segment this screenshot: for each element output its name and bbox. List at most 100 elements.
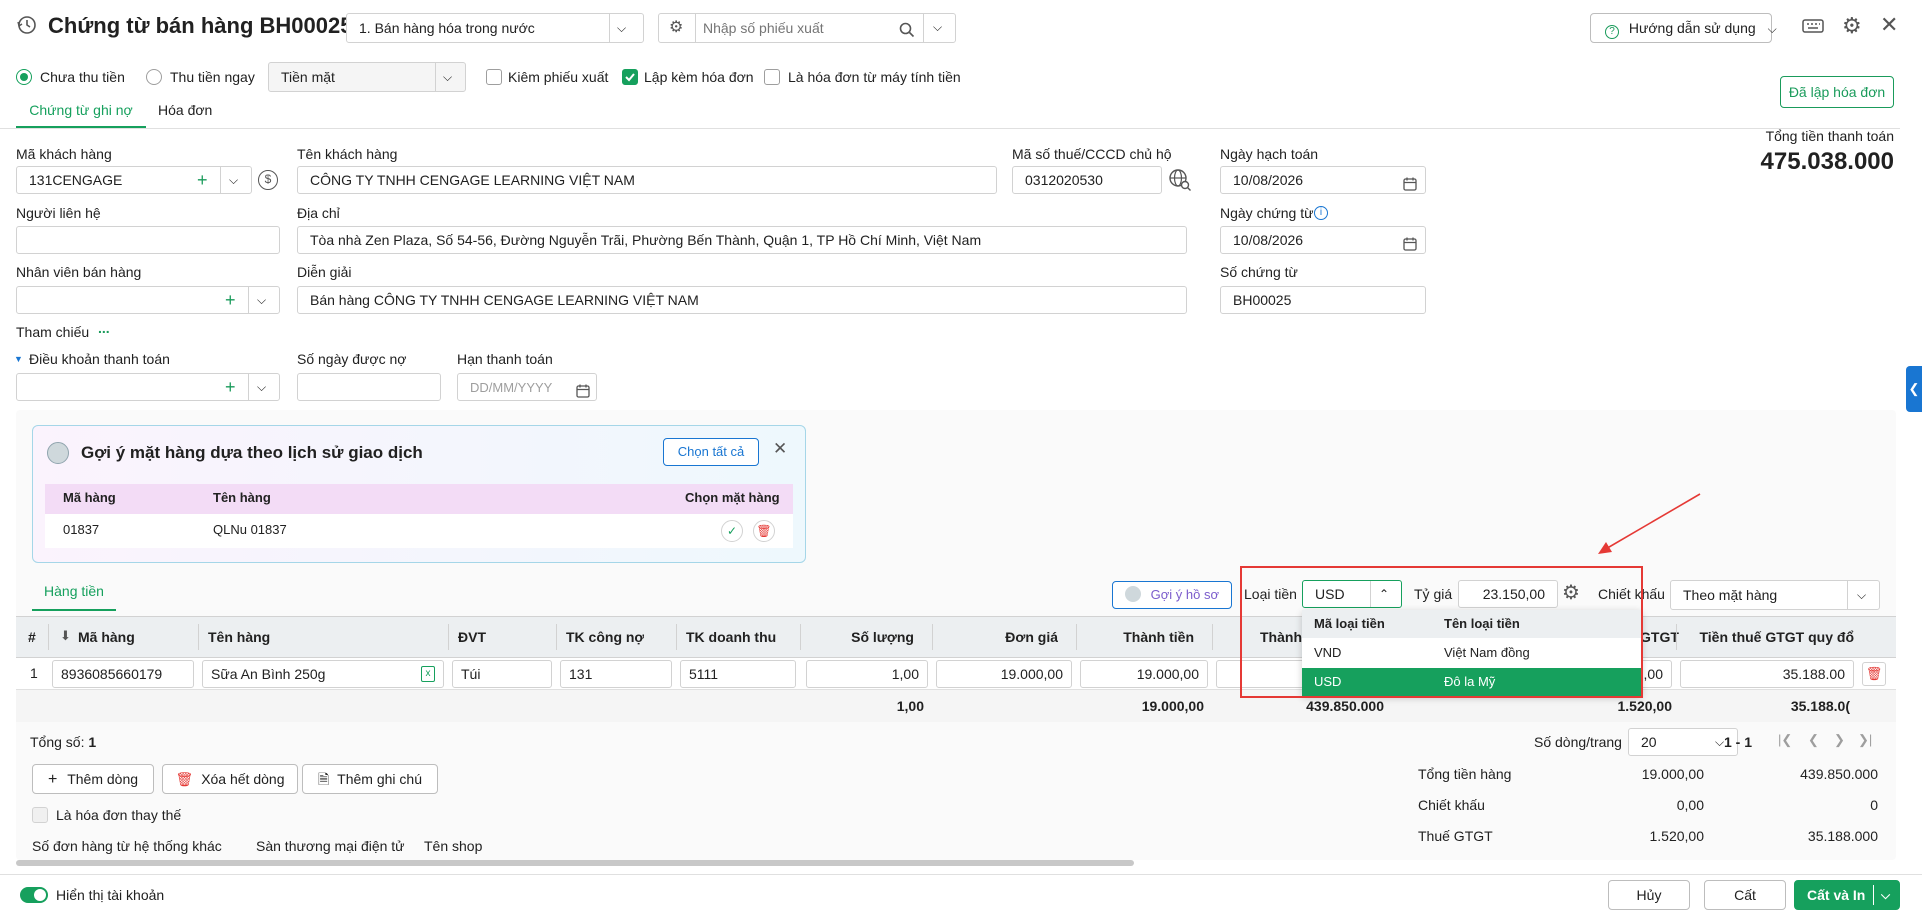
radio-paid[interactable] (146, 69, 162, 85)
guide-button[interactable]: ? Hướng dẫn sử dụng ⌵ (1590, 13, 1777, 43)
tab-debt-voucher[interactable]: Chứng từ ghi nợ (16, 102, 146, 128)
rows-per-page-select[interactable]: 20 ⌵ (1628, 728, 1738, 756)
cash-register-checkbox[interactable] (764, 69, 780, 85)
export-number-input[interactable] (703, 17, 883, 39)
total-qty: 1,00 (896, 698, 924, 714)
delete-all-button[interactable]: 🗑 Xóa hết dòng (162, 764, 298, 794)
save-button[interactable]: Cất (1704, 880, 1786, 910)
due-date-field[interactable]: DD/MM/YYYY (457, 373, 597, 401)
export-search-box[interactable]: ⚙ ⌵ (658, 13, 956, 43)
customer-code-field[interactable]: 131CENGAGE + ⌵ (16, 166, 252, 194)
row-qty-cell[interactable]: 1,00 (806, 660, 928, 688)
save-print-button[interactable]: Cất và In ⌵ (1794, 880, 1900, 910)
profile-suggest-button[interactable]: Gợi ý hồ sơ (1112, 581, 1232, 609)
description-field[interactable]: Bán hàng CÔNG TY TNHH CENGAGE LEARNING V… (297, 286, 1187, 314)
chevron-down-icon[interactable]: ⌵ (257, 374, 266, 400)
tax-code-field[interactable]: 0312020530 (1012, 166, 1162, 194)
discount-select[interactable]: Theo mặt hàng ⌵ (1670, 580, 1880, 610)
address-field[interactable]: Tòa nhà Zen Plaza, Số 54-56, Đường Nguyễ… (297, 226, 1187, 254)
payment-method-select[interactable]: Tiền mặt ⌵ (268, 62, 466, 92)
next-page-icon[interactable]: ❯ (1834, 732, 1845, 748)
plus-icon: + (47, 771, 58, 788)
search-icon[interactable] (899, 20, 915, 42)
posting-date-field[interactable]: 10/08/2026 (1220, 166, 1426, 194)
calendar-icon[interactable] (1403, 173, 1417, 193)
col-header-code[interactable]: Mã hàng (78, 616, 135, 658)
settings-icon[interactable]: ⚙ (1842, 13, 1862, 39)
history-icon[interactable] (16, 14, 38, 36)
col-header-debt-acc[interactable]: TK công nợ (566, 616, 644, 658)
col-header-price[interactable]: Đơn giá (940, 616, 1058, 658)
first-page-icon[interactable]: |❮ (1778, 732, 1792, 748)
contact-field[interactable] (16, 226, 280, 254)
invoice-checkbox[interactable] (622, 69, 638, 85)
add-icon[interactable]: + (225, 287, 236, 313)
last-page-icon[interactable]: ❯| (1858, 732, 1872, 748)
col-header-name[interactable]: Tên hàng (208, 616, 270, 658)
chevron-down-icon[interactable]: ⌵ (257, 287, 266, 313)
row-amount-cell[interactable]: 19.000,00 (1080, 660, 1208, 688)
globe-search-icon[interactable] (1168, 168, 1192, 195)
add-icon[interactable]: + (225, 374, 236, 400)
row-vat-fx-cell[interactable]: 35.188.00 (1680, 660, 1854, 688)
discount-value: Theo mặt hàng (1683, 587, 1778, 603)
total-vat-fx: 35.188.0( (1790, 698, 1850, 714)
calendar-icon[interactable] (576, 380, 590, 400)
highlight-box (1240, 566, 1643, 698)
prev-page-icon[interactable]: ❮ (1808, 732, 1819, 748)
info-icon[interactable]: i (1314, 206, 1328, 220)
collapse-triangle-icon[interactable]: ▼ (14, 354, 23, 364)
add-note-button[interactable]: 🗎 Thêm ghi chú (302, 764, 438, 794)
pin-icon[interactable]: ⬇ (60, 628, 71, 644)
accept-icon[interactable]: ✓ (721, 520, 743, 542)
voucher-no-field[interactable]: BH00025 (1220, 286, 1426, 314)
select-all-button[interactable]: Chọn tất cả (663, 438, 759, 466)
cancel-button[interactable]: Hủy (1608, 880, 1690, 910)
col-header-vat[interactable]: GTGT (1640, 616, 1679, 658)
row-rev-acc-cell[interactable]: 5111 (680, 660, 796, 688)
salesperson-field[interactable]: + ⌵ (16, 286, 280, 314)
side-collapse-tab[interactable]: ❮ (1906, 366, 1922, 412)
excel-icon[interactable]: x (421, 666, 435, 682)
close-icon[interactable]: ✕ (773, 439, 787, 459)
col-header-vat-fx[interactable]: Tiền thuế GTGT quy đổ (1690, 616, 1854, 658)
add-row-button[interactable]: + Thêm dòng (32, 764, 154, 794)
calendar-icon[interactable] (1403, 233, 1417, 253)
suggest-panel: Gợi ý mặt hàng dựa theo lịch sử giao dịc… (32, 425, 806, 563)
horizontal-scrollbar[interactable] (16, 860, 1134, 866)
reference-more-link[interactable]: ... (98, 320, 110, 336)
trash-icon[interactable]: 🗑 (753, 520, 775, 542)
currency-circle-icon[interactable]: $ (258, 170, 278, 190)
payment-terms-field[interactable]: + ⌵ (16, 373, 280, 401)
tab-invoice[interactable]: Hóa đơn (158, 102, 212, 118)
trash-icon[interactable]: 🗑 (1862, 662, 1886, 686)
close-icon[interactable]: ✕ (1880, 12, 1898, 38)
row-debt-acc-cell[interactable]: 131 (560, 660, 672, 688)
voucher-type-select[interactable]: 1. Bán hàng hóa trong nước ⌵ (346, 13, 644, 43)
col-header-rev-acc[interactable]: TK doanh thu (686, 616, 776, 658)
keyboard-icon[interactable] (1802, 18, 1824, 37)
export-checkbox[interactable] (486, 69, 502, 85)
chevron-down-icon[interactable]: ⌵ (1881, 881, 1890, 909)
chevron-down-icon[interactable]: ⌵ (229, 167, 238, 193)
col-header-amount[interactable]: Thành tiền (1084, 616, 1194, 658)
voucher-date-field[interactable]: 10/08/2026 (1220, 226, 1426, 254)
radio-unpaid[interactable] (16, 69, 32, 85)
add-icon[interactable]: + (197, 167, 208, 193)
row-name-cell[interactable]: Sữa An Bình 250g x (202, 660, 444, 688)
tab-goods[interactable]: Hàng tiền (32, 583, 116, 611)
col-header-unit[interactable]: ĐVT (458, 616, 486, 658)
credit-days-field[interactable] (297, 373, 441, 401)
chevron-down-icon[interactable]: ⌵ (617, 14, 626, 42)
gear-icon[interactable]: ⚙ (669, 15, 683, 41)
row-unit-cell[interactable]: Túi (452, 660, 552, 688)
row-code-cell[interactable]: 8936085660179 (52, 660, 194, 688)
replace-invoice-checkbox[interactable] (32, 807, 48, 823)
show-accounts-toggle[interactable] (20, 887, 48, 903)
chevron-down-icon[interactable]: ⌵ (933, 14, 942, 40)
invoiced-button[interactable]: Đã lập hóa đơn (1780, 76, 1894, 108)
col-header-qty[interactable]: Số lượng (806, 616, 914, 658)
chevron-down-icon[interactable]: ⌵ (1857, 581, 1866, 609)
row-price-cell[interactable]: 19.000,00 (936, 660, 1072, 688)
customer-name-field[interactable]: CÔNG TY TNHH CENGAGE LEARNING VIỆT NAM (297, 166, 997, 194)
